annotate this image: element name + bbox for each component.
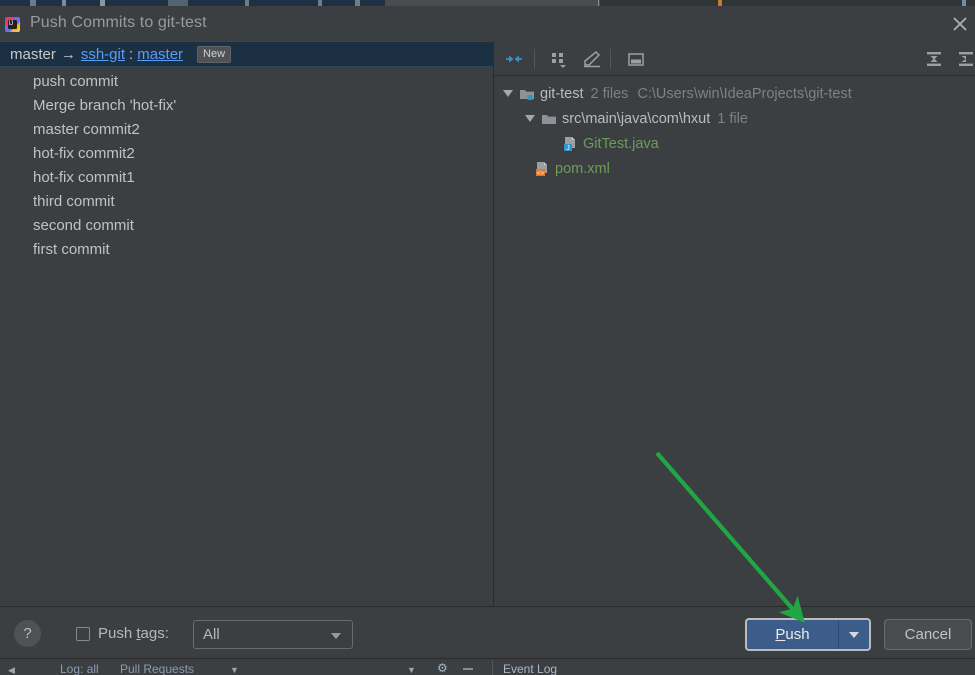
cancel-button[interactable]: Cancel (884, 619, 972, 650)
tree-node-label: GitTest.java (583, 135, 659, 152)
local-branch-label: master (10, 45, 56, 63)
screenshot-root: Push Commits to git-test master → ssh-gi… (0, 0, 975, 675)
tree-node-label: src\main\java\com\hxut (562, 110, 711, 127)
arrow-right-icon: → (60, 45, 76, 63)
chevron-down-icon: ▼ (230, 665, 239, 675)
tree-node-file[interactable]: J GitTest.java (494, 131, 975, 156)
list-item[interactable]: Merge branch 'hot-fix' (0, 94, 493, 118)
push-tags-label[interactable]: Push tags: (98, 625, 169, 642)
list-item[interactable]: master commit2 (0, 118, 493, 142)
tree-node-folder[interactable]: src\main\java\com\hxut 1 file (494, 106, 975, 131)
collapse-all-icon[interactable] (923, 48, 945, 70)
gear-icon: ⚙ (437, 661, 448, 675)
expand-all-icon[interactable] (957, 48, 975, 70)
tree-node-path: C:\Users\win\IdeaProjects\git-test (637, 85, 852, 102)
chevron-down-icon (849, 631, 859, 638)
background-statusbar-separator (492, 660, 493, 675)
preview-diff-icon[interactable] (625, 48, 647, 70)
chevron-down-icon[interactable] (525, 115, 535, 122)
svg-text:J: J (566, 145, 570, 152)
edit-source-icon[interactable] (581, 48, 603, 70)
push-tags-select[interactable]: All (193, 620, 353, 649)
java-file-icon: J (564, 136, 575, 152)
list-item[interactable]: third commit (0, 190, 493, 214)
push-button[interactable]: Push (745, 618, 871, 651)
intellij-idea-icon (5, 17, 20, 32)
tree-node-root[interactable]: git-test 2 files C:\Users\win\IdeaProjec… (494, 81, 975, 106)
chevron-down-icon: ▼ (407, 665, 416, 675)
close-icon[interactable] (951, 15, 969, 33)
group-by-icon[interactable] (548, 48, 570, 70)
new-branch-badge: New (197, 45, 232, 63)
push-tags-select-value: All (203, 626, 220, 643)
background-pull-requests: Pull Requests (120, 663, 195, 675)
list-item[interactable]: hot-fix commit2 (0, 142, 493, 166)
toolbar-separator (534, 49, 535, 69)
list-item[interactable]: second commit (0, 214, 493, 238)
remote-branch-link[interactable]: master (137, 46, 183, 63)
list-item[interactable]: push commit (0, 70, 493, 94)
tree-node-filecount: 1 file (717, 110, 748, 127)
list-item[interactable]: hot-fix commit1 (0, 166, 493, 190)
tree-node-label: git-test (540, 85, 584, 102)
chevron-left-icon: ◀ (8, 665, 15, 675)
dialog-title: Push Commits to git-test (30, 14, 207, 31)
tree-node-file[interactable]: <> pom.xml (494, 156, 975, 181)
push-tags-checkbox[interactable] (76, 627, 90, 641)
toolbar-separator (610, 49, 611, 69)
chevron-down-icon[interactable] (503, 90, 513, 97)
files-toolbar (494, 41, 975, 76)
module-folder-icon (520, 89, 534, 100)
collapse-diff-icon[interactable] (503, 48, 525, 70)
xml-file-icon: <> (536, 161, 547, 177)
branch-separator: : (129, 45, 134, 63)
background-log-all: Log: all (60, 663, 99, 675)
folder-icon (542, 114, 556, 124)
background-event-log: Event Log (503, 663, 558, 675)
dialog-titlebar: Push Commits to git-test (0, 6, 975, 41)
minimize-icon (463, 668, 473, 670)
remote-name-link[interactable]: ssh-git (81, 46, 125, 63)
push-commits-dialog: Push Commits to git-test master → ssh-gi… (0, 6, 975, 658)
tree-node-filecount: 2 files (590, 85, 629, 102)
tree-node-label: pom.xml (555, 160, 610, 177)
file-tree: git-test 2 files C:\Users\win\IdeaProjec… (494, 76, 975, 181)
push-dropdown-button[interactable] (839, 620, 869, 649)
commits-panel: master → ssh-git : master New push commi… (0, 41, 493, 606)
list-item[interactable]: first commit (0, 238, 493, 262)
chevron-down-icon[interactable] (331, 633, 341, 639)
help-button[interactable]: ? (14, 620, 41, 647)
commit-list: push commit Merge branch 'hot-fix' maste… (0, 67, 493, 262)
changed-files-panel: git-test 2 files C:\Users\win\IdeaProjec… (494, 41, 975, 606)
push-button-label[interactable]: Push (747, 620, 839, 649)
push-target-row[interactable]: master → ssh-git : master New (0, 41, 493, 67)
svg-text:<>: <> (537, 171, 545, 177)
